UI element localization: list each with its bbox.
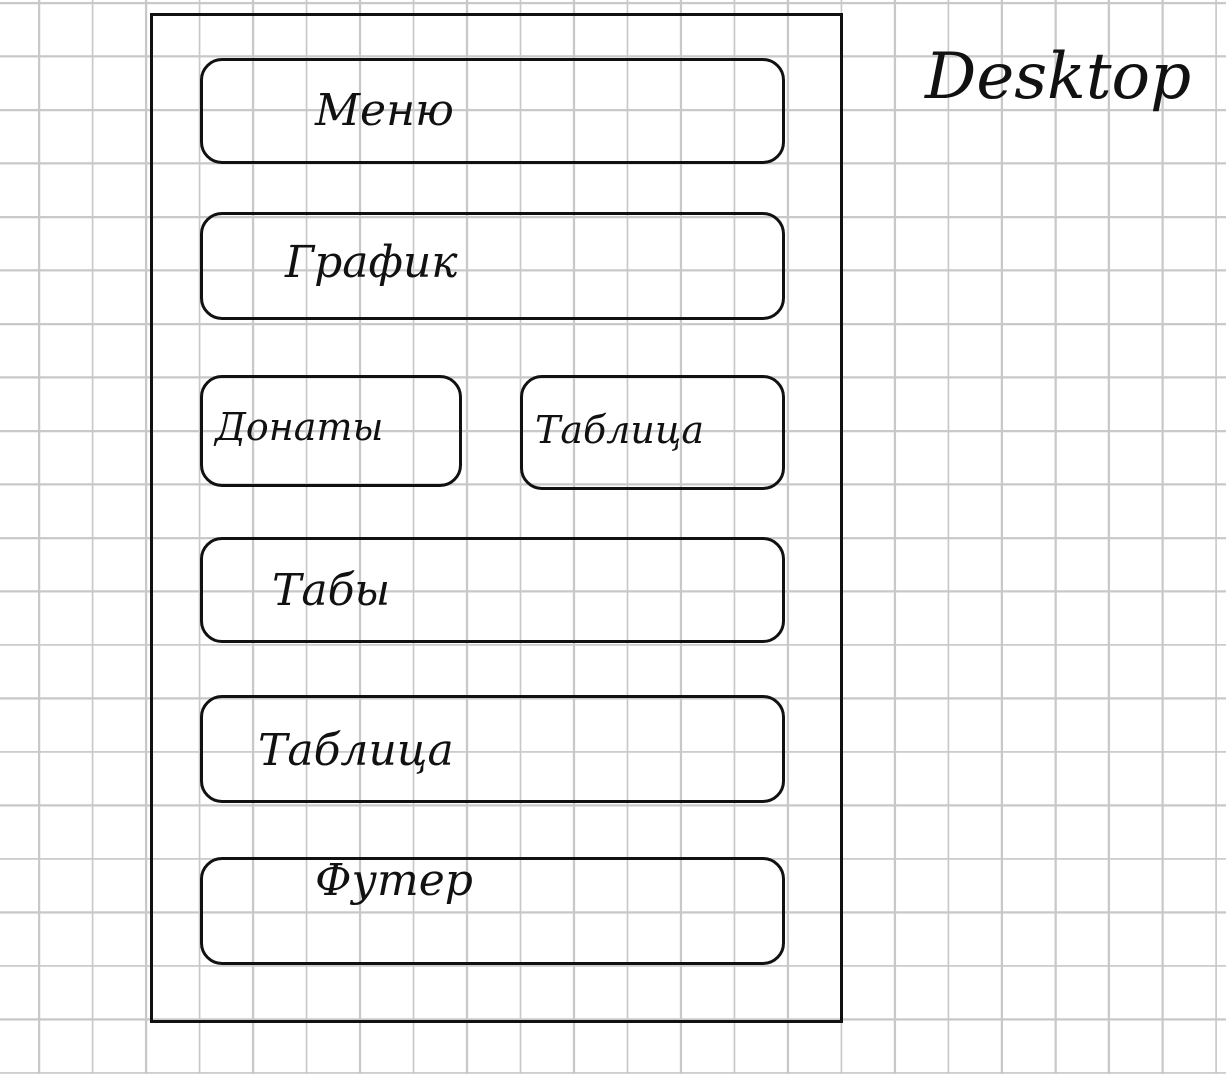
- menu-label: Меню: [315, 85, 454, 136]
- menu-block: [200, 58, 785, 164]
- tabs-label: Табы: [272, 565, 391, 616]
- table-label: Таблица: [258, 725, 454, 776]
- charts-label: График: [285, 237, 458, 288]
- table-small-label: Таблица: [535, 408, 705, 452]
- donations-label: Донаты: [215, 405, 384, 449]
- footer-label: Футер: [315, 855, 473, 906]
- page-title: Desktop: [925, 40, 1192, 114]
- footer-block: [200, 857, 785, 965]
